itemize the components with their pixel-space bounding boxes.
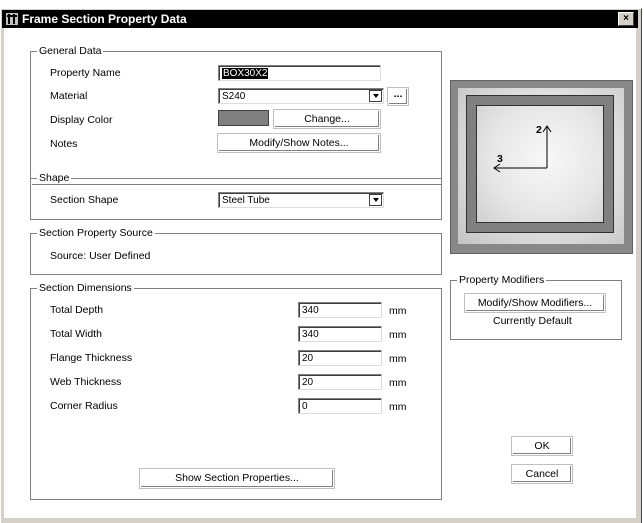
corner-radius-value: 0 <box>302 401 308 412</box>
section-dimensions-legend: Section Dimensions <box>37 282 134 294</box>
material-dropdown-icon[interactable] <box>369 90 382 102</box>
property-name-value: BOX30X2 <box>222 68 269 79</box>
total-width-input[interactable]: 340 <box>298 326 382 342</box>
axis-3-label: 3 <box>497 153 503 165</box>
total-depth-label: Total Depth <box>50 304 104 316</box>
source-text: Source: User Defined <box>50 250 151 262</box>
axis-2-label: 2 <box>536 124 542 136</box>
flange-thickness-label: Flange Thickness <box>50 352 133 364</box>
shape-legend: Shape <box>37 172 72 184</box>
property-name-field[interactable]: BOX30X2 <box>218 65 381 81</box>
web-thickness-input[interactable]: 20 <box>298 374 382 390</box>
total-depth-value: 340 <box>302 305 319 316</box>
material-label: Material <box>50 90 88 102</box>
local-axes-icon <box>493 125 552 173</box>
material-select[interactable]: S240 <box>218 88 384 104</box>
property-modifiers-legend: Property Modifiers <box>457 274 547 286</box>
modify-show-notes-button[interactable]: Modify/Show Notes... <box>217 133 381 153</box>
section-property-source-legend: Section Property Source <box>37 227 155 239</box>
material-value: S240 <box>222 91 246 102</box>
corner-radius-unit: mm <box>389 401 407 413</box>
section-shape-label: Section Shape <box>50 194 119 206</box>
section-preview-canvas: 2 3 <box>458 88 624 244</box>
notes-label: Notes <box>50 138 78 150</box>
total-width-value: 340 <box>302 329 319 340</box>
total-width-unit: mm <box>389 329 407 341</box>
section-shape-dropdown-icon[interactable] <box>369 194 382 206</box>
display-color-label: Display Color <box>50 114 113 126</box>
corner-radius-label: Corner Radius <box>50 400 118 412</box>
flange-thickness-value: 20 <box>302 353 314 364</box>
material-browse-button[interactable]: ... <box>387 87 409 106</box>
section-shape-select[interactable]: Steel Tube <box>218 192 384 208</box>
web-thickness-value: 20 <box>302 377 314 388</box>
section-preview: 2 3 <box>450 80 633 254</box>
section-shape-value: Steel Tube <box>222 195 270 206</box>
app-icon <box>6 13 18 25</box>
flange-thickness-input[interactable]: 20 <box>298 350 382 366</box>
ok-button[interactable]: OK <box>511 436 573 456</box>
cancel-button[interactable]: Cancel <box>511 464 573 484</box>
window-title: Frame Section Property Data <box>22 12 187 26</box>
modifiers-status: Currently Default <box>493 315 572 327</box>
total-width-label: Total Width <box>50 328 102 340</box>
dialog-client: General Data Property Name BOX30X2 Mater… <box>4 28 636 518</box>
web-thickness-unit: mm <box>389 377 407 389</box>
web-thickness-label: Web Thickness <box>50 376 122 388</box>
title-bar[interactable]: Frame Section Property Data × <box>2 10 638 28</box>
total-depth-input[interactable]: 340 <box>298 302 382 318</box>
corner-radius-input[interactable]: 0 <box>298 398 382 414</box>
modify-show-modifiers-button[interactable]: Modify/Show Modifiers... <box>464 293 606 313</box>
show-section-properties-button[interactable]: Show Section Properties... <box>139 468 335 489</box>
total-depth-unit: mm <box>389 305 407 317</box>
flange-thickness-unit: mm <box>389 353 407 365</box>
display-color-swatch <box>218 110 269 126</box>
property-name-label: Property Name <box>50 67 121 79</box>
close-icon[interactable]: × <box>618 12 634 26</box>
change-color-button[interactable]: Change... <box>273 109 381 129</box>
general-data-legend: General Data <box>37 45 104 57</box>
